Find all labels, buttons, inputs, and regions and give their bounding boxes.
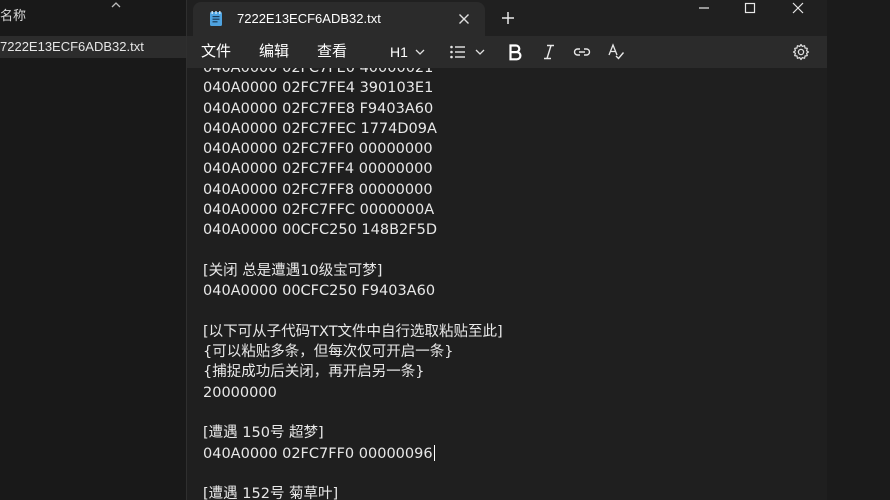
editor-line: {捕捉成功后关闭，再开启另一条} bbox=[203, 364, 425, 381]
minimize-button[interactable] bbox=[681, 0, 727, 22]
editor-line-cursor: 040A0000 02FC7FF0 00000096 bbox=[203, 444, 503, 464]
title-bar: 7222E13ECF6ADB32.txt bbox=[187, 0, 827, 36]
file-explorer-background: 名称 7222E13ECF6ADB32.txt bbox=[0, 0, 186, 500]
new-tab-plus-icon[interactable] bbox=[499, 9, 517, 27]
heading-chevron-down-icon[interactable] bbox=[414, 46, 426, 66]
notepad-window: 7222E13ECF6ADB32.txt 文件 编辑 查看 H1 040A000… bbox=[186, 0, 827, 500]
settings-gear-icon[interactable] bbox=[792, 43, 810, 63]
editor-line: 040A0000 00CFC250 148B2F5D bbox=[203, 222, 438, 239]
text-caret bbox=[433, 444, 435, 461]
chevron-up-icon[interactable] bbox=[110, 0, 122, 10]
maximize-icon bbox=[744, 2, 756, 14]
italic-icon[interactable] bbox=[541, 43, 557, 63]
minimize-icon bbox=[699, 7, 709, 9]
heading-dropdown[interactable]: H1 bbox=[390, 36, 408, 68]
maximize-button[interactable] bbox=[727, 0, 773, 22]
close-tab-icon[interactable] bbox=[455, 10, 473, 28]
bold-icon[interactable] bbox=[507, 43, 523, 63]
editor-line: 040A0000 00CFC250 F9403A60 bbox=[203, 283, 436, 300]
editor-line: 040A0000 02FC7FE8 F9403A60 bbox=[203, 100, 434, 117]
close-icon bbox=[792, 2, 804, 14]
editor-line: [关闭 总是遭遇10级宝可梦] bbox=[203, 262, 383, 279]
editor-lines: 040A0000 02FC7FE0 40000021 040A0000 02FC… bbox=[203, 68, 503, 500]
editor-line: 20000000 bbox=[203, 384, 277, 401]
notepad-file-icon bbox=[210, 11, 222, 26]
editor-line: {可以粘贴多条，但每次仅可开启一条} bbox=[203, 344, 454, 361]
editor-line: [遭遇 150号 超梦] bbox=[203, 425, 324, 442]
desktop-background bbox=[826, 0, 890, 500]
menu-edit[interactable]: 编辑 bbox=[259, 36, 289, 68]
close-window-button[interactable] bbox=[775, 0, 821, 22]
list-chevron-down-icon[interactable] bbox=[474, 46, 486, 66]
editor-line: [以下可从子代码TXT文件中自行选取粘贴至此] bbox=[203, 323, 503, 340]
editor-line-text: 040A0000 02FC7FF0 00000096 bbox=[203, 445, 433, 462]
text-editor[interactable]: 040A0000 02FC7FE0 40000021 040A0000 02FC… bbox=[187, 68, 827, 500]
editor-line: 040A0000 02FC7FF0 00000000 bbox=[203, 141, 433, 158]
editor-line: 040A0000 02FC7FEC 1774D09A bbox=[203, 120, 437, 137]
tab-title: 7222E13ECF6ADB32.txt bbox=[237, 11, 381, 26]
editor-line: 040A0000 02FC7FE0 40000021 bbox=[203, 68, 434, 76]
editor-line: 040A0000 02FC7FFC 0000000A bbox=[203, 202, 435, 219]
editor-line: 040A0000 02FC7FF4 00000000 bbox=[203, 161, 433, 178]
menu-bar: 文件 编辑 查看 H1 bbox=[187, 36, 827, 68]
editor-line: [遭遇 152号 菊草叶] bbox=[203, 486, 339, 500]
editor-line: 040A0000 02FC7FE4 390103E1 bbox=[203, 80, 434, 97]
menu-view[interactable]: 查看 bbox=[317, 36, 347, 68]
menu-file[interactable]: 文件 bbox=[201, 36, 231, 68]
file-row-selected[interactable]: 7222E13ECF6ADB32.txt bbox=[0, 36, 186, 58]
spellcheck-icon[interactable] bbox=[607, 43, 625, 63]
link-icon[interactable] bbox=[573, 44, 591, 64]
screen: 名称 7222E13ECF6ADB32.txt 7222E13ECF6ADB32… bbox=[0, 0, 890, 500]
column-header-name[interactable]: 名称 bbox=[0, 6, 26, 26]
tab-active-file[interactable]: 7222E13ECF6ADB32.txt bbox=[193, 2, 485, 36]
list-icon[interactable] bbox=[449, 44, 467, 64]
editor-line: 040A0000 02FC7FF8 00000000 bbox=[203, 181, 433, 198]
